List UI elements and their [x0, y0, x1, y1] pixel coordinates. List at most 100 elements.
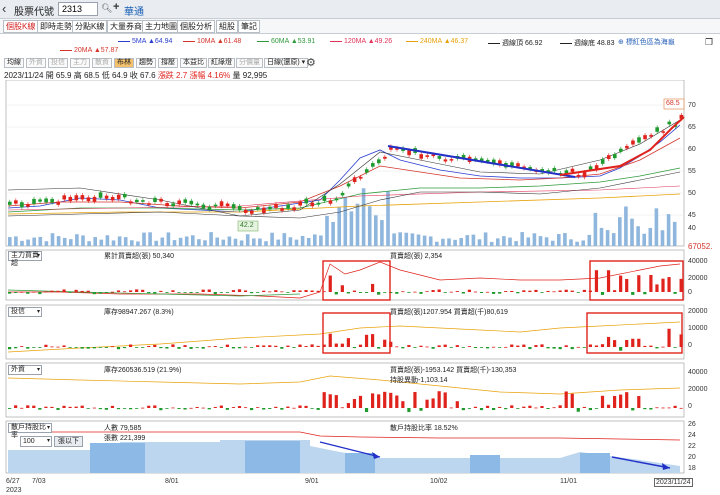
tab-group[interactable]: 組股 [216, 20, 238, 33]
tab-realtime[interactable]: 即時走勢 [37, 20, 75, 33]
flow-bar [455, 345, 459, 347]
lots-below-button[interactable]: 張以下 [54, 436, 83, 447]
tool-support[interactable]: 撐壓 [158, 58, 178, 68]
tab-main-map[interactable]: 主力地圖 [142, 20, 180, 33]
panel-3-tick: 20000 [688, 386, 708, 393]
flow-bar [147, 345, 151, 347]
volume-bar [26, 239, 30, 246]
add-icon[interactable]: + [113, 1, 119, 13]
flow-bar [92, 407, 96, 409]
flow-bar [80, 347, 84, 349]
flow-bar [334, 395, 338, 408]
volume-bar [166, 232, 171, 246]
flow-bar [304, 346, 308, 347]
candle-body [153, 197, 157, 202]
panel-4-tick: 18 [688, 465, 696, 472]
tab-kline[interactable]: 個股K線 [3, 20, 39, 33]
tab-analysis[interactable]: 個股分析 [177, 20, 215, 33]
flow-bar [159, 347, 163, 349]
flow-bar [237, 289, 242, 292]
flow-bar [32, 291, 36, 293]
tool-ma[interactable]: 均線 [4, 58, 24, 68]
flow-bar [594, 345, 599, 347]
gear-icon[interactable]: ⚙ [306, 56, 316, 69]
tool-foreign[interactable]: 外資 [26, 58, 46, 68]
tool-trust[interactable]: 投信 [48, 58, 68, 68]
flow-bar [135, 289, 139, 292]
candle-body [86, 197, 91, 202]
flow-bar [80, 290, 84, 292]
tool-pe[interactable]: 本益比 [180, 58, 207, 68]
flow-bar [14, 347, 18, 349]
volume-bar [62, 237, 67, 246]
flow-bar [183, 292, 187, 293]
flow-bar [231, 347, 236, 349]
flow-bar [243, 407, 248, 409]
tool-retail[interactable]: 散資 [92, 58, 112, 68]
flow-bar [310, 344, 314, 347]
volume-bar [380, 220, 384, 246]
flow-bar [364, 334, 369, 347]
tool-trend[interactable]: 趨勢 [136, 58, 156, 68]
volume-bar [489, 241, 494, 246]
flow-bar [534, 345, 538, 347]
turtle-zone-button[interactable]: ⊕ 標紅色區為海龜 [618, 37, 675, 47]
period-select[interactable]: 日線(還原) ▾ [264, 58, 309, 68]
flow-bar [492, 408, 496, 411]
panel-2-tick: 10000 [688, 325, 708, 332]
flow-bar [570, 393, 574, 408]
window-icon[interactable]: ❐ [705, 37, 713, 48]
flow-bar [292, 290, 296, 292]
flow-bar [177, 347, 181, 349]
tool-main[interactable]: 主力 [70, 58, 90, 68]
flow-bar [26, 292, 30, 294]
volume-bar [142, 232, 146, 246]
volume-bar [294, 239, 299, 246]
flow-bar [183, 408, 187, 410]
volume-bar [87, 241, 91, 246]
flow-bar [643, 408, 647, 410]
back-arrow-icon[interactable]: ‹ [2, 1, 6, 17]
volume-bar [520, 232, 524, 246]
ma-10: 10MA ▲61.48 [183, 38, 241, 45]
flow-bar [600, 344, 605, 347]
flow-bar [26, 347, 30, 349]
flow-bar [340, 285, 344, 292]
kline-chart[interactable] [0, 80, 720, 480]
tool-price-volume[interactable]: 分價量 [236, 58, 263, 68]
flow-bar [98, 408, 102, 410]
candle-body [625, 145, 629, 149]
panel-3-tick: 0 [688, 403, 692, 410]
top-bar: ‹ 股票代號 🔍︎ + 華通 [0, 0, 720, 19]
tab-branch-kline[interactable]: 分點K線 [72, 20, 108, 33]
volume-bar [178, 237, 183, 246]
tool-bollinger[interactable]: 布林 [114, 58, 134, 68]
flow-bar [171, 407, 175, 409]
panel-1-select[interactable]: 主力買賣超 ▾ [8, 251, 42, 267]
candle-body [135, 199, 139, 203]
candle-body [189, 200, 194, 205]
flow-bar [582, 406, 586, 408]
price-high-label: 68.5 [666, 100, 680, 107]
tool-traffic-light[interactable]: 紅綠燈 [208, 58, 235, 68]
panel-3-select[interactable]: 外資 ▾ [8, 365, 42, 375]
search-icon[interactable]: 🔍︎ [101, 3, 112, 14]
candle-body [552, 167, 557, 172]
volume-bar [550, 240, 555, 246]
candle-body [425, 155, 430, 157]
flow-bar [68, 406, 72, 408]
tab-big-volume[interactable]: 大量券商 [107, 20, 145, 33]
lot-threshold-select[interactable]: 100 ▾ [20, 436, 52, 447]
flow-bar [237, 347, 242, 349]
flow-bar [286, 292, 290, 293]
stock-code-input[interactable] [58, 2, 98, 16]
flow-bar [141, 407, 145, 409]
panel-4-select[interactable]: 散戶持股比率 ▾ [8, 423, 52, 439]
tab-notes[interactable]: 筆記 [238, 20, 260, 33]
flow-bar [358, 292, 363, 293]
volume-bar [599, 227, 604, 246]
stock-name[interactable]: 華通 [124, 3, 144, 18]
panel-2-select[interactable]: 投信 ▾ [8, 307, 42, 317]
volume-bar [38, 236, 43, 246]
price-tick: 60 [688, 146, 696, 153]
